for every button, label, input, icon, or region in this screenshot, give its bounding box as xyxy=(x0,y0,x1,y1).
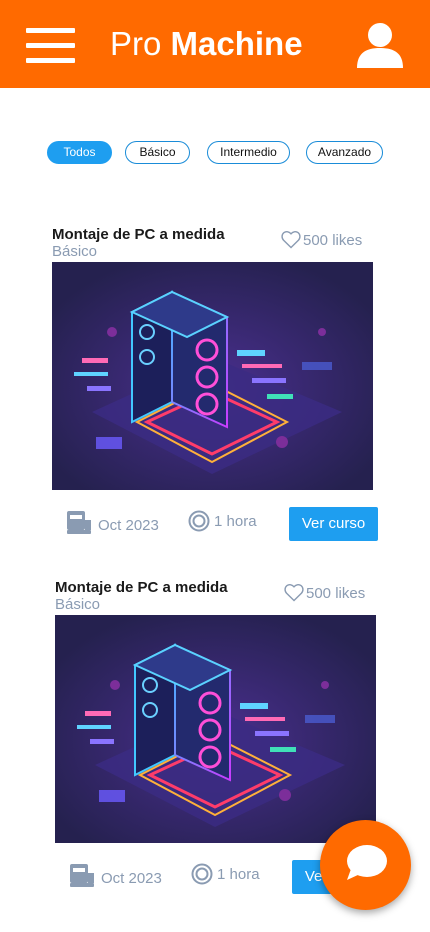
course-level: Básico xyxy=(52,243,98,260)
brand-first: Pro xyxy=(110,25,162,62)
course-duration: 1 hora xyxy=(191,863,260,885)
clock-icon xyxy=(188,510,210,532)
chat-button[interactable] xyxy=(320,820,411,910)
chat-bubble-icon xyxy=(347,845,387,880)
date-label: Oct 2023 xyxy=(101,870,162,887)
filter-chip-basico[interactable]: Básico xyxy=(125,141,190,164)
app-brand: Pro Machine xyxy=(110,24,303,64)
user-profile-icon[interactable] xyxy=(355,22,405,70)
date-label: Oct 2023 xyxy=(98,517,159,534)
calendar-icon xyxy=(67,511,91,534)
course-thumbnail[interactable] xyxy=(55,615,376,843)
brand-second: Machine xyxy=(170,25,303,62)
course-level: Básico xyxy=(55,596,101,613)
heart-icon xyxy=(284,583,304,602)
duration-label: 1 hora xyxy=(214,513,257,530)
level-filters: Todos Básico Intermedio Avanzado xyxy=(0,141,430,165)
likes-label: 500 likes xyxy=(306,585,366,602)
hamburger-menu-icon[interactable] xyxy=(26,28,75,64)
app-header: Pro Machine xyxy=(0,0,430,88)
filter-chip-todos[interactable]: Todos xyxy=(47,141,112,164)
calendar-icon xyxy=(70,864,94,887)
course-card: Montaje de PC a medida Básico 500 likes xyxy=(0,226,430,556)
likes-counter[interactable]: 500 likes xyxy=(284,583,365,602)
ver-curso-button[interactable]: Ver curso xyxy=(289,507,378,541)
course-thumbnail[interactable] xyxy=(52,262,373,490)
filter-chip-avanzado[interactable]: Avanzado xyxy=(306,141,383,164)
course-duration: 1 hora xyxy=(188,510,257,532)
course-title: Montaje de PC a medida xyxy=(55,579,228,596)
clock-icon xyxy=(191,863,213,885)
heart-icon xyxy=(281,230,301,249)
course-date: Oct 2023 xyxy=(69,863,162,889)
duration-label: 1 hora xyxy=(217,866,260,883)
course-date: Oct 2023 xyxy=(66,510,159,536)
likes-counter[interactable]: 500 likes xyxy=(281,230,362,249)
likes-label: 500 likes xyxy=(303,232,363,249)
course-title: Montaje de PC a medida xyxy=(52,226,225,243)
filter-chip-intermedio[interactable]: Intermedio xyxy=(207,141,290,164)
